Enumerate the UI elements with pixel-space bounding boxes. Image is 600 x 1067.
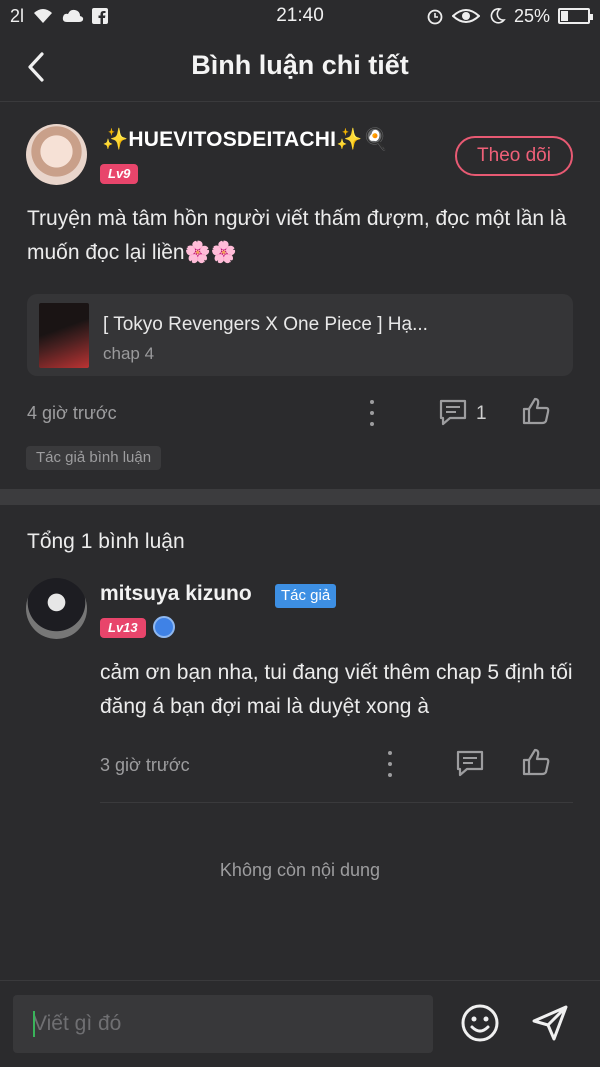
top-header: Bình luận chi tiết bbox=[0, 32, 600, 102]
alarm-icon bbox=[427, 9, 443, 25]
book-chapter: chap 4 bbox=[103, 344, 155, 363]
follow-button[interactable]: Theo dõi bbox=[455, 136, 573, 176]
reply-count: 1 bbox=[476, 403, 487, 424]
post-author-name[interactable]: ✨HUEVITOSDEITACHI✨🍳 bbox=[102, 128, 389, 152]
text-cursor bbox=[33, 1011, 35, 1037]
battery-icon bbox=[558, 8, 593, 24]
page-title: Bình luận chi tiết bbox=[191, 50, 409, 80]
comment-composer bbox=[0, 980, 600, 1067]
wifi-icon bbox=[34, 9, 53, 23]
comment-separator bbox=[100, 802, 573, 803]
post-text: Truyện mà tâm hồn người viết thấm đượm, … bbox=[27, 207, 567, 264]
author-comment-tag: Tác giả bình luận bbox=[26, 446, 162, 470]
comment-text: cảm ơn bạn nha, tui đang viết thêm chap … bbox=[100, 661, 573, 718]
total-comments-label: Tổng 1 bình luận bbox=[27, 530, 185, 553]
comment-timestamp: 3 giờ trước bbox=[100, 755, 190, 775]
eye-icon bbox=[451, 9, 480, 23]
moon-icon bbox=[490, 8, 506, 24]
comment-author-name[interactable]: mitsuya kizuno bbox=[100, 582, 252, 606]
like-icon[interactable] bbox=[521, 396, 551, 426]
section-divider bbox=[0, 489, 600, 505]
comment-input[interactable] bbox=[13, 995, 433, 1053]
facebook-icon bbox=[92, 8, 109, 24]
reply-icon[interactable] bbox=[455, 749, 485, 777]
signal-indicator: 2l bbox=[10, 5, 25, 26]
book-title: [ Tokyo Revengers X One Piece ] Hạ... bbox=[103, 314, 428, 335]
book-cover-image bbox=[39, 303, 89, 368]
emoji-icon[interactable] bbox=[460, 1003, 500, 1043]
verified-icon bbox=[153, 616, 175, 638]
comment-icon[interactable] bbox=[438, 398, 468, 426]
end-of-list-label: Không còn nội dung bbox=[219, 860, 381, 880]
comment-level-badge: Lv13 bbox=[100, 618, 146, 638]
comment-author-avatar[interactable] bbox=[26, 578, 87, 639]
send-icon[interactable] bbox=[530, 1003, 570, 1043]
post-more-icon[interactable] bbox=[367, 400, 377, 426]
status-bar: 2l 21:40 25% bbox=[0, 0, 600, 32]
post-author-avatar[interactable] bbox=[26, 124, 87, 185]
author-badge: Tác giả bbox=[275, 584, 337, 608]
post-timestamp: 4 giờ trước bbox=[27, 403, 117, 423]
battery-percent: 25% bbox=[513, 5, 550, 26]
comment-more-icon[interactable] bbox=[385, 751, 395, 777]
cloud-icon bbox=[62, 9, 84, 22]
book-card[interactable]: [ Tokyo Revengers X One Piece ] Hạ... ch… bbox=[27, 294, 573, 376]
status-right: 25% bbox=[426, 5, 593, 27]
status-left: 2l bbox=[10, 5, 109, 27]
post-level-badge: Lv9 bbox=[100, 164, 139, 184]
battery-fill bbox=[561, 11, 568, 21]
comment-like-icon[interactable] bbox=[521, 747, 551, 777]
